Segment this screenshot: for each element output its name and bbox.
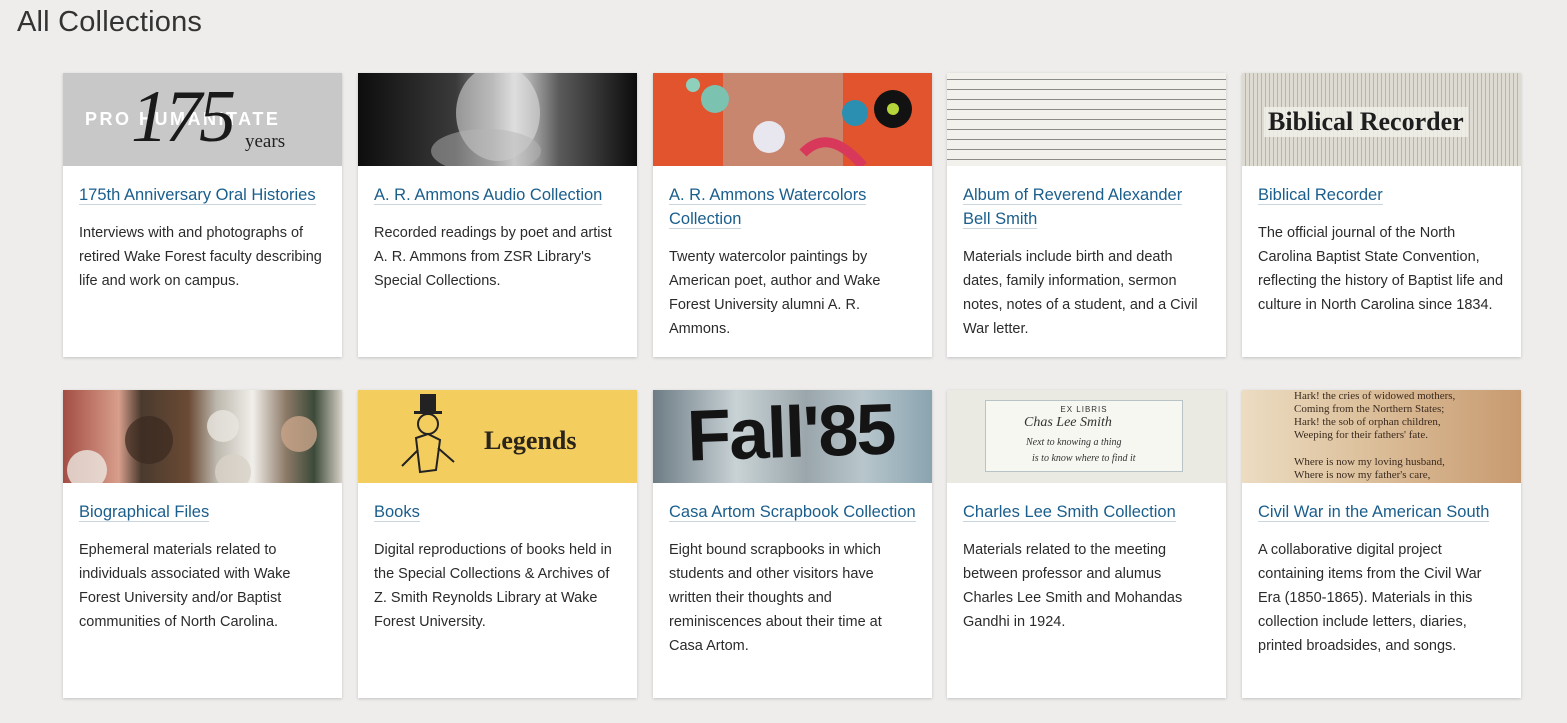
thumbnail-text: 175 [131,76,236,158]
thumbnail-text: Coming from the Northern States; [1294,403,1445,415]
collection-description: Twenty watercolor paintings by American … [669,249,881,337]
collection-card-civil-war[interactable]: Hark! the cries of widowed mothers, Comi… [1242,390,1521,698]
collection-card-biblical-recorder[interactable]: Biblical Recorder Biblical Recorder The … [1242,73,1521,357]
collection-card-ammons-audio[interactable]: A. R. Ammons Audio Collection Recorded r… [358,73,637,357]
thumbnail-text: is to know where to find it [1032,453,1136,464]
collection-card-ammons-watercolors[interactable]: A. R. Ammons Watercolors Collection Twen… [653,73,932,357]
collection-title-link[interactable]: Biblical Recorder [1258,186,1383,205]
collection-description: Materials related to the meeting between… [963,542,1183,630]
thumbnail-text: years [245,131,286,152]
collection-title-link[interactable]: Album of Reverend Alexander Bell Smith [963,186,1183,229]
thumbnail-text: Chas Lee Smith [1024,415,1112,430]
bookplate: EX LIBRIS Chas Lee Smith Next to knowing… [985,400,1183,472]
thumbnail-text: Biblical Recorder [1264,107,1468,137]
portrait-image [431,73,541,166]
collection-description: The official journal of the North Caroli… [1258,225,1504,313]
thumbnail-text: Where is now my father's care, [1294,469,1431,481]
collection-title-link[interactable]: Charles Lee Smith Collection [963,503,1176,522]
collection-card-books[interactable]: Legends Books Digital reproductions of b… [358,390,637,698]
watercolor-image [686,73,912,166]
collection-card-175th[interactable]: PRO HUMANITATE 175 years 175th Anniversa… [63,73,342,357]
collection-title-link[interactable]: A. R. Ammons Watercolors Collection [669,186,867,229]
collection-card-album-bell-smith[interactable]: Album of Reverend Alexander Bell Smith M… [947,73,1226,357]
collection-thumbnail[interactable]: Fall'85 [653,390,932,483]
collection-thumbnail[interactable]: Legends [358,390,637,483]
thumbnail-text: Next to knowing a thing [1026,437,1122,448]
thumbnail-text: Weeping for their fathers' fate. [1294,429,1428,441]
collection-title-link[interactable]: Books [374,503,420,522]
collection-thumbnail[interactable]: PRO HUMANITATE 175 years [63,73,342,166]
collection-card-charles-lee-smith[interactable]: EX LIBRIS Chas Lee Smith Next to knowing… [947,390,1226,698]
collection-description: Ephemeral materials related to individua… [79,542,291,630]
collection-description: Digital reproductions of books held in t… [374,542,612,630]
thumbnail-text: Fall'85 [685,390,896,477]
collection-title-link[interactable]: Civil War in the American South [1258,503,1490,522]
collection-description: Materials include birth and death dates,… [963,249,1198,337]
collection-title-link[interactable]: 175th Anniversary Oral Histories [79,186,316,205]
collection-description: Interviews with and photographs of retir… [79,225,322,289]
collection-description: Recorded readings by poet and artist A. … [374,225,612,289]
collection-card-biographical-files[interactable]: Biographical Files Ephemeral materials r… [63,390,342,698]
collection-title-link[interactable]: Biographical Files [79,503,210,522]
collection-card-casa-artom[interactable]: Fall'85 Casa Artom Scrapbook Collection … [653,390,932,698]
thumbnail-text: EX LIBRIS [1060,405,1108,414]
collection-title-link[interactable]: Casa Artom Scrapbook Collection [669,503,916,522]
collection-description: Eight bound scrapbooks in which students… [669,542,882,654]
thumbnail-text: Where is now my loving husband, [1294,456,1445,468]
thumbnail-text: Hark! the cries of widowed mothers, [1294,390,1456,402]
collection-thumbnail[interactable] [653,73,932,166]
page-title: All Collections [17,6,203,38]
collection-thumbnail[interactable] [947,73,1226,166]
portraits-collage-image [67,410,317,483]
thumbnail-text: Hark! the sob of orphan children, [1294,416,1441,428]
collection-thumbnail[interactable] [358,73,637,166]
collection-thumbnail[interactable]: Hark! the cries of widowed mothers, Comi… [1242,390,1521,483]
thumbnail-text: Legends [484,426,577,455]
collection-description: A collaborative digital project containi… [1258,542,1482,654]
collection-thumbnail[interactable]: Biblical Recorder [1242,73,1521,166]
collection-thumbnail[interactable] [63,390,342,483]
collection-thumbnail[interactable]: EX LIBRIS Chas Lee Smith Next to knowing… [947,390,1226,483]
collection-title-link[interactable]: A. R. Ammons Audio Collection [374,186,603,205]
